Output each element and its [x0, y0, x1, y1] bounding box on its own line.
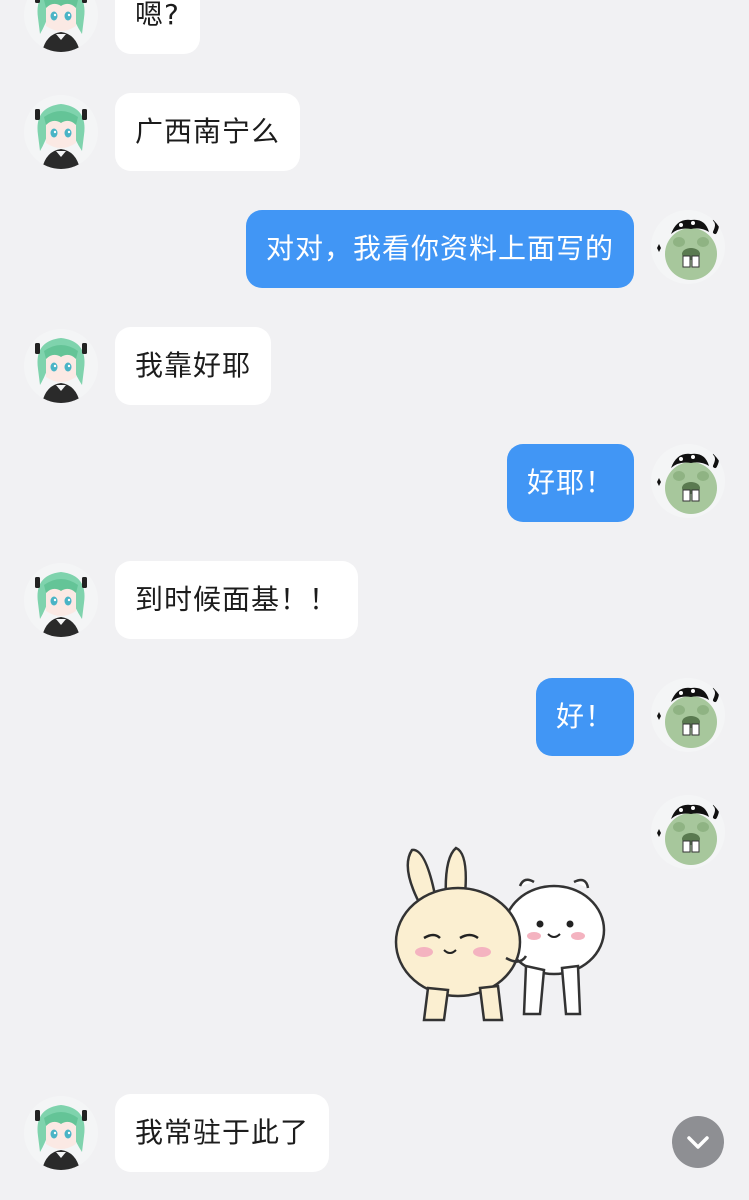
contact-avatar[interactable]	[24, 95, 98, 169]
sticker-message[interactable]	[394, 838, 616, 1026]
incoming-message-bubble[interactable]: 嗯?	[115, 0, 200, 54]
chat-window[interactable]: 嗯? 广西南宁么 对对，我看你资料上面写的 我靠好耶 好耶！ 到时候面基！！ 好…	[0, 0, 749, 1200]
green-beaver-with-black-hat-avatar	[651, 210, 725, 284]
incoming-message-bubble[interactable]: 广西南宁么	[115, 93, 301, 171]
green-beaver-with-black-hat-avatar	[651, 678, 725, 752]
rabbit-and-hamster-hug-sticker	[394, 846, 606, 1022]
green-hair-anime-girl-avatar	[24, 95, 98, 169]
green-hair-anime-girl-avatar	[24, 563, 98, 637]
green-hair-anime-girl-avatar	[24, 0, 98, 52]
chevron-down-icon	[687, 1136, 709, 1149]
contact-avatar[interactable]	[24, 329, 98, 403]
green-hair-anime-girl-avatar	[24, 1096, 98, 1170]
green-beaver-with-black-hat-avatar	[651, 795, 725, 869]
incoming-message-bubble[interactable]: 我常驻于此了	[115, 1094, 330, 1172]
my-avatar[interactable]	[651, 210, 725, 284]
incoming-message-bubble[interactable]: 到时候面基！！	[115, 561, 359, 639]
contact-avatar[interactable]	[24, 563, 98, 637]
outgoing-message-bubble[interactable]: 好耶！	[506, 444, 634, 522]
contact-avatar[interactable]	[24, 1096, 98, 1170]
my-avatar[interactable]	[651, 444, 725, 518]
my-avatar[interactable]	[651, 795, 725, 869]
green-beaver-with-black-hat-avatar	[651, 444, 725, 518]
my-avatar[interactable]	[651, 678, 725, 752]
outgoing-message-bubble[interactable]: 对对，我看你资料上面写的	[245, 210, 634, 288]
contact-avatar[interactable]	[24, 0, 98, 52]
incoming-message-bubble[interactable]: 我靠好耶	[115, 327, 272, 405]
scroll-to-bottom-button[interactable]	[672, 1116, 724, 1168]
green-hair-anime-girl-avatar	[24, 329, 98, 403]
outgoing-message-bubble[interactable]: 好！	[535, 678, 634, 756]
